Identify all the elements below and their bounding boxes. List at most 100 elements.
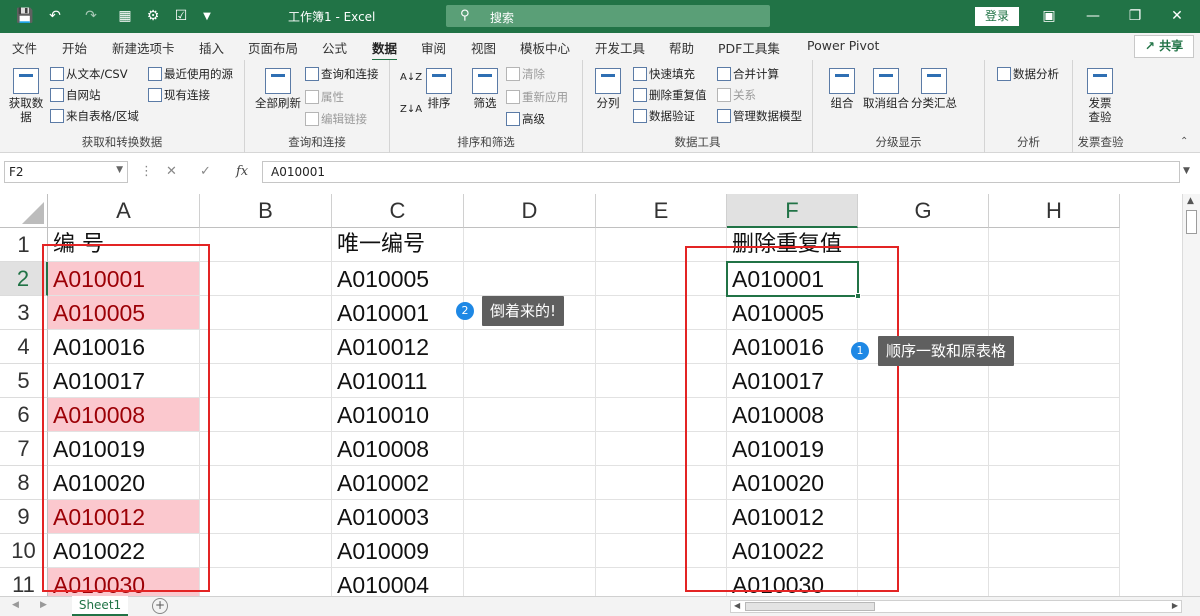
row-header-7[interactable]: 7 — [0, 432, 48, 466]
cell-h8[interactable] — [989, 466, 1120, 500]
cell-e6[interactable] — [596, 398, 727, 432]
add-sheet-icon[interactable]: + — [152, 598, 168, 614]
cell-c9[interactable]: A010003 — [332, 500, 464, 534]
restore-icon[interactable]: ❐ — [1124, 6, 1146, 26]
cell-f9[interactable]: A010012 — [727, 500, 858, 534]
row-header-3[interactable]: 3 — [0, 296, 48, 330]
row-header-5[interactable]: 5 — [0, 364, 48, 398]
cell-g6[interactable] — [858, 398, 989, 432]
scroll-right-icon[interactable]: ▶ — [1172, 601, 1178, 610]
cell-g10[interactable] — [858, 534, 989, 568]
horizontal-scrollbar[interactable]: ◀ ▶ — [730, 600, 1182, 613]
tab-page-layout[interactable]: 页面布局 — [248, 38, 298, 57]
cell-a10[interactable]: A010022 — [48, 534, 200, 568]
cell-f3[interactable]: A010005 — [727, 296, 858, 330]
data-analysis-button[interactable]: 数据分析 — [997, 66, 1059, 82]
cell-a7[interactable]: A010019 — [48, 432, 200, 466]
tab-insert[interactable]: 插入 — [199, 38, 224, 57]
cell-g1[interactable] — [858, 228, 989, 262]
expand-formula-icon[interactable]: ▼ — [1183, 166, 1190, 176]
row-header-4[interactable]: 4 — [0, 330, 48, 364]
cell-f4[interactable]: A010016 — [727, 330, 858, 364]
tab-developer[interactable]: 开发工具 — [595, 38, 645, 57]
cell-e5[interactable] — [596, 364, 727, 398]
hscroll-thumb[interactable] — [745, 602, 875, 611]
scroll-thumb[interactable] — [1186, 210, 1197, 234]
from-text-button[interactable]: 从文本/CSV — [50, 66, 128, 82]
cell-c2[interactable]: A010005 — [332, 262, 464, 296]
save-icon[interactable]: 💾 — [14, 6, 36, 26]
scroll-left-icon[interactable]: ◀ — [734, 601, 740, 610]
sort-az-button[interactable]: A↓Z — [400, 72, 422, 83]
tab-file[interactable]: 文件 — [12, 38, 37, 57]
get-data-button[interactable]: 获取数据 — [6, 68, 46, 124]
cell-a1[interactable]: 编 号 — [48, 228, 200, 262]
cell-e7[interactable] — [596, 432, 727, 466]
reapply-button[interactable]: 重新应用 — [506, 89, 568, 105]
cell-h11[interactable] — [989, 568, 1120, 596]
cell-c11[interactable]: A010004 — [332, 568, 464, 596]
cell-b4[interactable] — [200, 330, 332, 364]
clear-filter-button[interactable]: 清除 — [506, 66, 545, 82]
data-validation-button[interactable]: 数据验证 — [633, 108, 695, 124]
row-header-11[interactable]: 11 — [0, 568, 48, 596]
manage-model-button[interactable]: 管理数据模型 — [717, 108, 802, 124]
insert-function-icon[interactable]: fx — [236, 164, 248, 179]
scroll-up-icon[interactable]: ▲ — [1187, 196, 1194, 206]
cell-b9[interactable] — [200, 500, 332, 534]
cell-a6[interactable]: A010008 — [48, 398, 200, 432]
properties-button[interactable]: 属性 — [305, 89, 344, 105]
cell-d11[interactable] — [464, 568, 596, 596]
select-all-corner[interactable] — [0, 194, 48, 228]
cell-a9[interactable]: A010012 — [48, 500, 200, 534]
worksheet-grid[interactable]: A B C D E F G H 1 2 3 4 5 6 7 8 9 10 11 编 号 A010001 A010005 A0… — [0, 194, 1182, 596]
cell-e1[interactable] — [596, 228, 727, 262]
cell-g7[interactable] — [858, 432, 989, 466]
cell-e11[interactable] — [596, 568, 727, 596]
cell-a5[interactable]: A010017 — [48, 364, 200, 398]
refresh-all-button[interactable]: 全部刷新 — [253, 68, 303, 110]
cell-e2[interactable] — [596, 262, 727, 296]
cell-d5[interactable] — [464, 364, 596, 398]
group-button[interactable]: 组合 — [827, 68, 857, 110]
tab-new[interactable]: 新建选项卡 — [112, 38, 175, 57]
row-header-9[interactable]: 9 — [0, 500, 48, 534]
from-table-button[interactable]: 来自表格/区域 — [50, 108, 139, 124]
cell-c3[interactable]: A010001 — [332, 296, 464, 330]
column-header-c[interactable]: C — [332, 194, 464, 228]
share-button[interactable]: ↗ 共享 — [1134, 35, 1194, 58]
cell-h1[interactable] — [989, 228, 1120, 262]
sheet-tab[interactable]: Sheet1 — [72, 596, 128, 616]
minimize-icon[interactable]: — — [1082, 6, 1104, 26]
cell-d4[interactable] — [464, 330, 596, 364]
cell-e9[interactable] — [596, 500, 727, 534]
cell-b6[interactable] — [200, 398, 332, 432]
cell-a2[interactable]: A010001 — [48, 262, 200, 296]
checkbox-icon[interactable]: ☑ — [170, 6, 192, 26]
cell-e4[interactable] — [596, 330, 727, 364]
formula-input[interactable]: A010001 — [262, 161, 1180, 183]
cell-g11[interactable] — [858, 568, 989, 596]
column-header-f[interactable]: F — [727, 194, 858, 228]
cell-c10[interactable]: A010009 — [332, 534, 464, 568]
recent-sources-button[interactable]: 最近使用的源 — [148, 66, 233, 82]
cell-c7[interactable]: A010008 — [332, 432, 464, 466]
row-header-1[interactable]: 1 — [0, 228, 48, 262]
cell-h2[interactable] — [989, 262, 1120, 296]
text-to-columns-button[interactable]: 分列 — [593, 68, 623, 110]
tab-help[interactable]: 帮助 — [669, 38, 694, 57]
relationships-button[interactable]: 关系 — [717, 87, 756, 103]
subtotal-button[interactable]: 分类汇总 — [911, 68, 957, 110]
cell-b7[interactable] — [200, 432, 332, 466]
vertical-scrollbar[interactable]: ▲ — [1182, 194, 1200, 596]
form-icon[interactable]: ▦ — [114, 6, 136, 26]
cell-b8[interactable] — [200, 466, 332, 500]
cell-g3[interactable] — [858, 296, 989, 330]
cell-d9[interactable] — [464, 500, 596, 534]
cancel-icon[interactable]: ✕ — [166, 164, 177, 179]
cell-d7[interactable] — [464, 432, 596, 466]
cell-h5[interactable] — [989, 364, 1120, 398]
column-header-d[interactable]: D — [464, 194, 596, 228]
tab-review[interactable]: 审阅 — [421, 38, 446, 57]
tab-formulas[interactable]: 公式 — [322, 38, 347, 57]
